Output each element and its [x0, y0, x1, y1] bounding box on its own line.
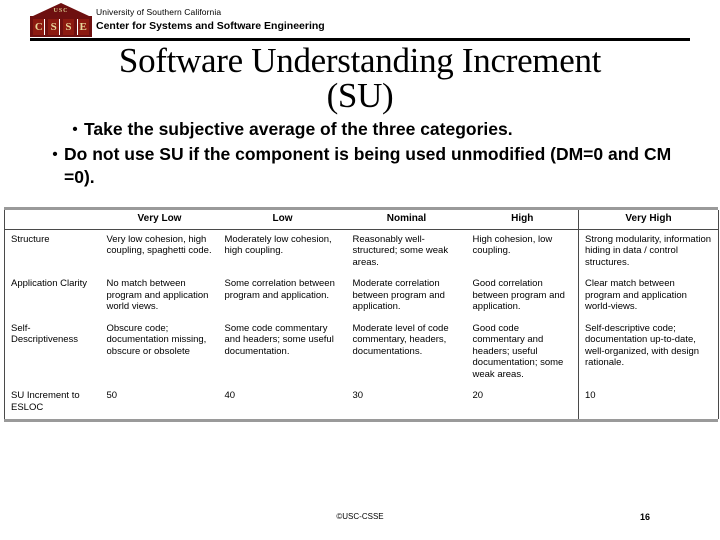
- bullet-dot-icon: •: [72, 121, 78, 138]
- logo-letter-s2: S: [62, 19, 74, 35]
- row-label-self-descriptiveness: Self-Descriptiveness: [4, 318, 101, 386]
- bullet-item-text: Do not use SU if the component is being …: [64, 144, 672, 187]
- row-label-su-increment: SU Increment to ESLOC: [4, 386, 101, 419]
- cell-application-clarity-high: Good correlation between program and app…: [466, 274, 579, 319]
- table-row: Application Clarity No match between pro…: [4, 274, 719, 319]
- cell-self-descriptiveness-high: Good code commentary and headers; useful…: [466, 318, 579, 386]
- cell-self-descriptiveness-nominal: Moderate level of code commentary, heade…: [352, 322, 449, 357]
- cell-su-increment-high: 20: [466, 386, 579, 419]
- bullet-dot-icon: •: [52, 146, 58, 163]
- cell-application-clarity-very-low: No match between program and application…: [106, 278, 209, 312]
- column-header-low: Low: [218, 210, 347, 230]
- page-title-line1: Software Understanding Increment: [118, 41, 602, 80]
- table-corner-header: [4, 210, 101, 230]
- cell-application-clarity-very-high: Clear match between program and applicat…: [578, 274, 719, 319]
- cell-structure-high: High cohesion, low coupling.: [466, 229, 579, 274]
- masthead: USC C S S E University of Southern Calif…: [0, 0, 720, 42]
- column-header-high: High: [466, 210, 579, 230]
- logo-base-bar: [30, 35, 92, 37]
- cell-self-descriptiveness-low: Some code commentary and headers; some u…: [224, 322, 334, 357]
- column-header-very-low: Very Low: [100, 210, 219, 230]
- cell-self-descriptiveness-very-high: Self-descriptive code; documentation up-…: [578, 318, 719, 386]
- bullet-item: • Take the subjective average of the thr…: [40, 118, 700, 141]
- column-header-nominal: Nominal: [346, 210, 467, 230]
- cell-structure-low: Moderately low cohesion, high coupling.: [224, 233, 332, 257]
- cell-su-increment-very-high: 10: [578, 386, 719, 419]
- center-name: Center for Systems and Software Engineer…: [96, 20, 325, 32]
- su-rating-table-container: Very Low Low Nominal High Very High Stru…: [4, 207, 719, 422]
- page-title: Software Understanding Increment (SU): [10, 43, 710, 113]
- table-row: Structure Very low cohesion, high coupli…: [4, 229, 719, 274]
- table-bottom-border: [4, 419, 718, 422]
- bullet-item-text: Take the subjective average of the three…: [84, 119, 513, 139]
- cell-su-increment-low: 40: [224, 390, 236, 401]
- row-label-structure: Structure: [4, 229, 101, 274]
- page-title-line2: (SU): [326, 76, 394, 115]
- organization-heading: University of Southern California Center…: [96, 7, 325, 32]
- cell-structure-very-high: Strong modularity, information hiding in…: [578, 229, 719, 274]
- cell-structure-nominal: Reasonably well-structured; some weak ar…: [352, 233, 449, 268]
- table-row: SU Increment to ESLOC 50 40 30 20 10: [4, 386, 719, 419]
- logo-letter-e: E: [77, 19, 89, 35]
- cell-su-increment-nominal: 30: [352, 390, 364, 401]
- cell-application-clarity-low: Some correlation between program and app…: [224, 278, 335, 301]
- column-header-very-high: Very High: [578, 210, 719, 230]
- footer-page-number: 16: [640, 512, 651, 522]
- row-label-application-clarity: Application Clarity: [4, 274, 101, 319]
- usc-csse-logo: USC C S S E: [30, 3, 92, 37]
- logo-letter-s1: S: [48, 19, 60, 35]
- footer-copyright: ©USC-CSSE: [336, 512, 384, 521]
- cell-self-descriptiveness-very-low: Obscure code; documentation missing, obs…: [106, 322, 207, 357]
- university-name: University of Southern California: [96, 7, 222, 17]
- table-row: Self-Descriptiveness Obscure code; docum…: [4, 318, 719, 386]
- logo-letter-c: C: [33, 19, 45, 35]
- bullet-list: • Take the subjective average of the thr…: [40, 118, 700, 189]
- cell-structure-very-low: Very low cohesion, high coupling, spaghe…: [106, 233, 212, 257]
- bullet-item: • Do not use SU if the component is bein…: [40, 143, 700, 189]
- cell-application-clarity-nominal: Moderate correlation between program and…: [352, 278, 445, 312]
- logo-columns: C S S E: [30, 19, 92, 35]
- su-rating-table: Very Low Low Nominal High Very High Stru…: [4, 210, 719, 419]
- table-header-row: Very Low Low Nominal High Very High: [4, 210, 719, 230]
- logo-column-bar: [89, 19, 92, 35]
- cell-su-increment-very-low: 50: [106, 390, 118, 401]
- logo-usc-text: USC: [53, 8, 69, 14]
